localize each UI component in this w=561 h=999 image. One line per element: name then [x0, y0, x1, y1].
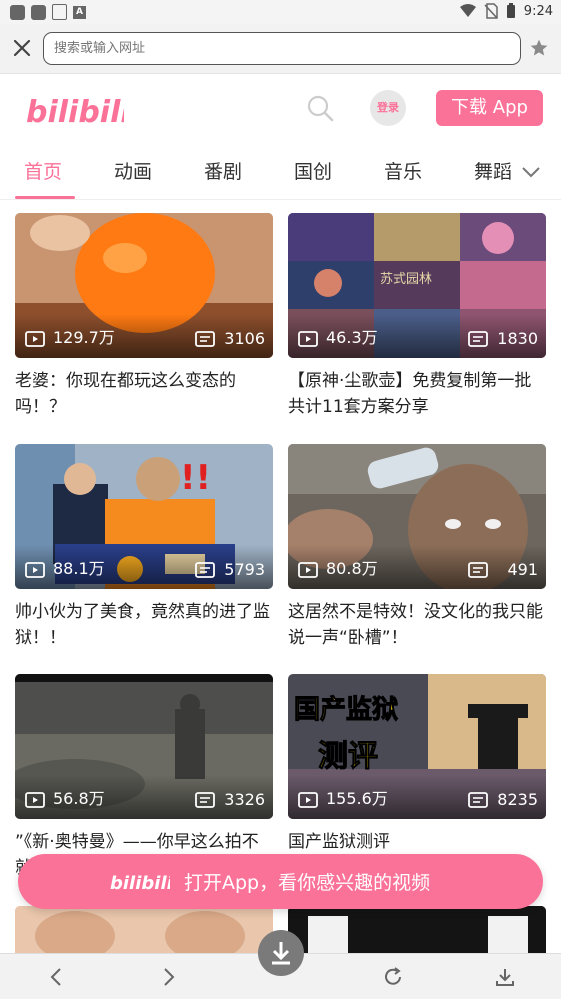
danmaku-icon	[195, 792, 215, 808]
close-icon[interactable]	[10, 36, 34, 60]
video-thumbnail[interactable]	[288, 906, 546, 953]
system-indicators: 9:24	[459, 3, 553, 19]
thumb-caption: 苏式园林	[380, 271, 432, 287]
danmaku-count: 491	[507, 560, 538, 579]
open-app-label: 打开App，看你感兴趣的视频	[184, 872, 431, 894]
danmaku-icon	[468, 331, 488, 347]
star-icon[interactable]	[529, 38, 549, 58]
danmaku-icon	[195, 331, 215, 347]
app-notification-icon	[10, 4, 25, 20]
bilibili-logo[interactable]: bilibili	[24, 82, 124, 132]
play-count-icon	[25, 331, 45, 347]
battery-icon	[506, 3, 515, 18]
view-count: 46.3万	[326, 328, 378, 347]
video-card[interactable]: !! 88.1万 5793 帅小伙为了美食，竟然真的进了监狱！！	[15, 444, 273, 651]
play-count-icon	[25, 562, 45, 578]
video-card[interactable]: 56.8万 3326 ”《新·奥特曼》——你早这么拍不就	[15, 674, 273, 881]
logo-text: bilibili	[26, 95, 124, 130]
video-card[interactable]: 80.8万 491 这居然不是特效！没文化的我只能说一声“卧槽”！	[288, 444, 546, 651]
login-button[interactable]: 登录	[370, 90, 406, 126]
downloads-icon[interactable]	[494, 966, 516, 988]
danmaku-icon	[468, 562, 488, 578]
danmaku-count: 1830	[497, 329, 538, 348]
thumb-art	[15, 906, 273, 953]
clock: 9:24	[523, 3, 553, 19]
play-count-icon	[298, 792, 318, 808]
video-title[interactable]: 【原神·尘歌壶】免费复制第一批共计11套方案分享	[288, 368, 546, 420]
site-header: bilibili 登录 下载 App	[0, 74, 561, 144]
download-icon	[272, 942, 290, 965]
video-thumbnail[interactable]: 苏式园林 46.3万 1830	[288, 213, 546, 358]
tab-bangumi[interactable]: 番剧	[204, 157, 242, 184]
view-count: 155.6万	[326, 789, 388, 808]
video-thumbnail[interactable]: 国产监狱 测评 155.6万 8235	[288, 674, 546, 819]
video-title[interactable]: 这居然不是特效！没文化的我只能说一声“卧槽”！	[288, 599, 546, 651]
tab-anime[interactable]: 动画	[114, 157, 152, 184]
danmaku-count: 8235	[497, 790, 538, 809]
video-card[interactable]: 国产监狱 测评 155.6万 8235 国产监狱测评	[288, 674, 546, 881]
play-count-icon	[298, 562, 318, 578]
download-fab[interactable]	[258, 930, 304, 976]
forward-icon[interactable]	[157, 966, 179, 988]
logo-text: bilibili	[110, 873, 170, 894]
thumb-headline: 国产监狱	[294, 695, 398, 725]
no-sim-icon	[484, 3, 498, 19]
open-app-banner[interactable]: bilibili 打开App，看你感兴趣的视频	[18, 854, 543, 909]
a-icon: A	[73, 5, 86, 19]
back-icon[interactable]	[46, 966, 68, 988]
active-tab-indicator	[15, 196, 75, 199]
status-bar: A 9:24	[0, 0, 561, 24]
download-app-button[interactable]: 下载 App	[436, 90, 543, 126]
calendar-icon	[52, 4, 67, 20]
play-count-icon	[298, 331, 318, 347]
video-title[interactable]: 帅小伙为了美食，竟然真的进了监狱！！	[15, 599, 273, 651]
app-notification-icon	[31, 4, 46, 20]
bilibili-logo: bilibili	[110, 873, 170, 894]
danmaku-count: 3326	[224, 790, 265, 809]
exclaim-art: !!	[180, 458, 211, 498]
video-thumbnail[interactable]: 80.8万 491	[288, 444, 546, 589]
danmaku-count: 5793	[224, 560, 265, 579]
notification-icons: A	[10, 4, 86, 20]
video-card[interactable]: 129.7万 3106 老婆：你现在都玩这么变态的吗！？	[15, 213, 273, 420]
tab-home[interactable]: 首页	[24, 157, 62, 184]
video-thumbnail[interactable]: !! 88.1万 5793	[15, 444, 273, 589]
browser-toolbar	[0, 24, 561, 74]
search-icon[interactable]	[306, 94, 334, 122]
video-thumbnail[interactable]: 56.8万 3326	[15, 674, 273, 819]
thumb-headline: 测评	[318, 739, 378, 774]
danmaku-icon	[468, 792, 488, 808]
danmaku-count: 3106	[224, 329, 265, 348]
thumb-art	[288, 906, 546, 953]
view-count: 80.8万	[326, 559, 378, 578]
refresh-icon[interactable]	[382, 966, 404, 988]
category-tabs: 首页 动画 番剧 国创 音乐 舞蹈	[0, 144, 561, 200]
view-count: 129.7万	[53, 328, 115, 347]
wifi-icon	[459, 4, 476, 17]
video-title[interactable]: 老婆：你现在都玩这么变态的吗！？	[15, 368, 273, 420]
danmaku-icon	[195, 562, 215, 578]
chevron-down-icon[interactable]	[521, 164, 541, 180]
tab-guochuang[interactable]: 国创	[294, 157, 332, 184]
view-count: 88.1万	[53, 559, 105, 578]
video-thumbnail[interactable]	[15, 906, 273, 953]
tab-dance[interactable]: 舞蹈	[474, 157, 512, 184]
play-count-icon	[25, 792, 45, 808]
video-thumbnail[interactable]: 129.7万 3106	[15, 213, 273, 358]
video-card[interactable]: 苏式园林 46.3万 1830 【原神·尘歌壶】免费复制第一批共计11套方案分享	[288, 213, 546, 420]
address-input[interactable]	[43, 32, 521, 65]
tab-music[interactable]: 音乐	[384, 157, 422, 184]
view-count: 56.8万	[53, 789, 105, 808]
